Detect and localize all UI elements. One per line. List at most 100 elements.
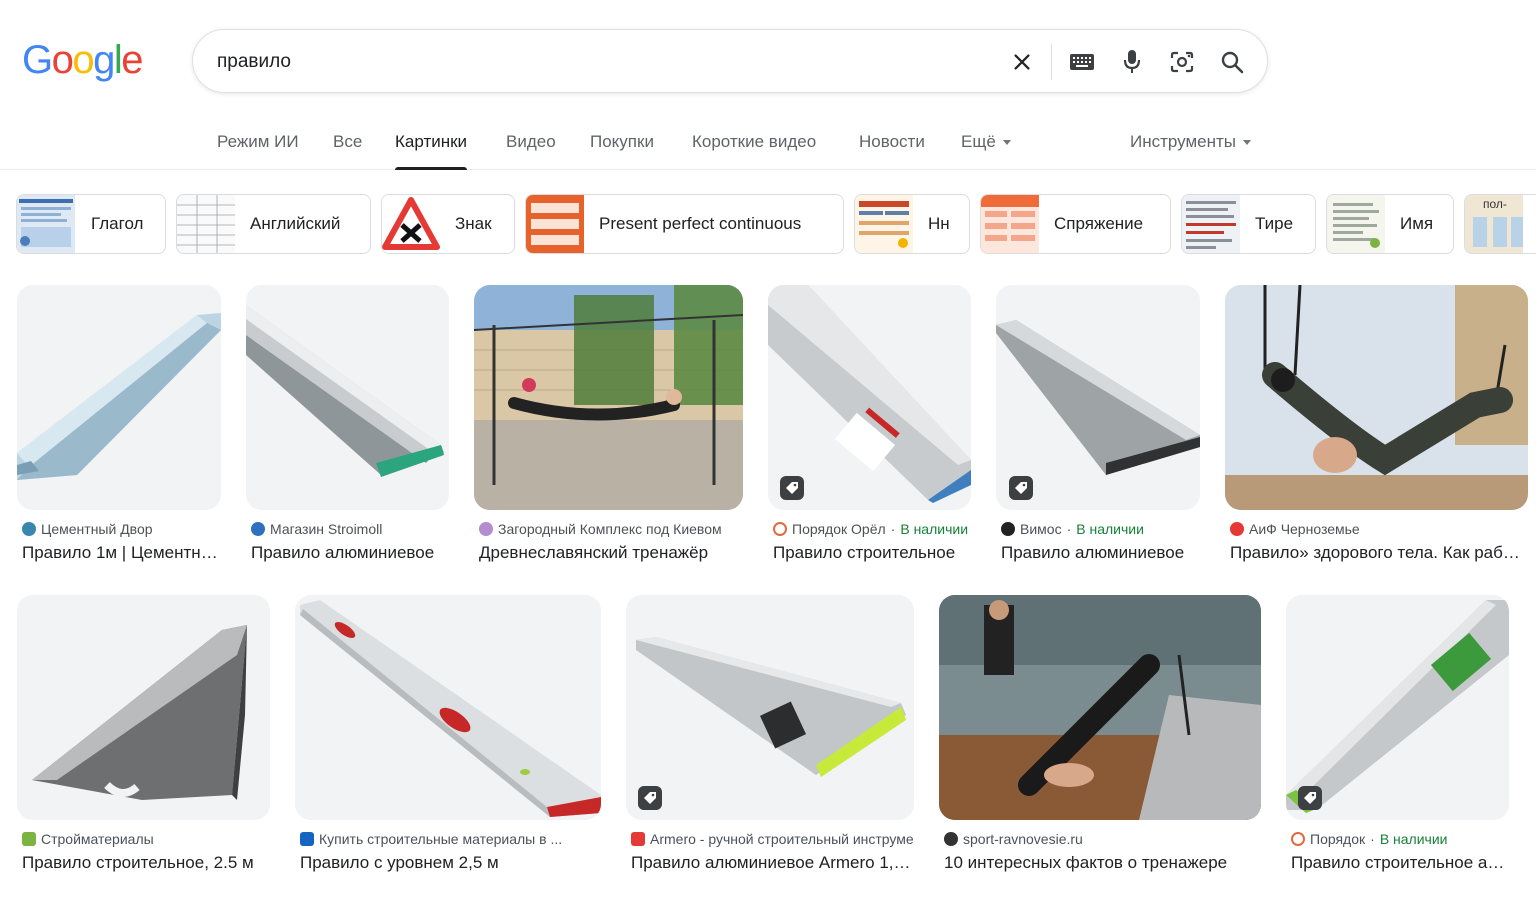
- tab-images[interactable]: Картинки: [395, 132, 468, 170]
- product-tag-icon: [638, 786, 662, 810]
- search-divider: [1051, 44, 1052, 80]
- chip-conjugation[interactable]: Спряжение: [980, 194, 1171, 254]
- source-name: Порядок: [1310, 831, 1366, 847]
- result-title[interactable]: Правило алюминиевое Armero 1,5 м: [631, 853, 913, 873]
- result-image[interactable]: [1286, 595, 1509, 820]
- site-favicon: [22, 832, 36, 846]
- result-source[interactable]: АиФ Черноземье: [1230, 521, 1527, 537]
- site-favicon: [300, 832, 314, 846]
- result-image[interactable]: [996, 285, 1200, 510]
- result-image[interactable]: [1225, 285, 1528, 510]
- result-source[interactable]: Цементный Двор: [22, 521, 220, 537]
- site-favicon: [22, 522, 36, 536]
- source-name: АиФ Черноземье: [1249, 521, 1360, 537]
- result-source[interactable]: Armero - ручной строительный инструмент: [631, 831, 913, 847]
- site-favicon: [251, 522, 265, 536]
- result-image[interactable]: [17, 595, 270, 820]
- logo-letter: e: [121, 38, 143, 82]
- search-icon[interactable]: [1216, 46, 1248, 78]
- logo-letter: o: [72, 38, 94, 82]
- availability-label: В наличии: [900, 521, 969, 537]
- site-favicon: [1001, 522, 1015, 536]
- google-logo[interactable]: Google: [22, 38, 143, 82]
- result-title[interactable]: Правило алюминиевое: [1001, 543, 1199, 563]
- chip-nn[interactable]: Нн: [854, 194, 970, 254]
- source-name: Armero - ручной строительный инструмент: [650, 831, 913, 847]
- microphone-icon[interactable]: [1116, 46, 1148, 78]
- availability-label: В наличии: [1379, 831, 1448, 847]
- chip-thumbnail: [981, 195, 1039, 253]
- product-tag-icon: [780, 476, 804, 500]
- tab-short-videos[interactable]: Короткие видео: [692, 132, 816, 170]
- result-source[interactable]: Порядок · В наличии: [1291, 831, 1508, 847]
- refinement-chips: Глагол Английский Знак Present perfect c…: [0, 194, 1536, 254]
- result-title[interactable]: Правило строительное, 2.5 м: [22, 853, 269, 873]
- tab-shopping[interactable]: Покупки: [590, 132, 654, 170]
- chip-sign[interactable]: Знак: [381, 194, 515, 254]
- result-source[interactable]: Купить строительные материалы в ...: [300, 831, 600, 847]
- result-source[interactable]: Стройматериалы: [22, 831, 269, 847]
- result-source[interactable]: Магазин Stroimoll: [251, 521, 448, 537]
- tab-ai-mode[interactable]: Режим ИИ: [217, 132, 299, 170]
- result-image[interactable]: [17, 285, 221, 510]
- site-favicon: [944, 832, 958, 846]
- chip-thumbnail: [17, 195, 75, 253]
- result-title[interactable]: Правило 1м | Цементный Двор: [22, 543, 220, 563]
- result-title[interactable]: Правило с уровнем 2,5 м: [300, 853, 600, 873]
- keyboard-icon[interactable]: [1066, 46, 1098, 78]
- source-name: Стройматериалы: [41, 831, 154, 847]
- result-title[interactable]: Правило строительное: [773, 543, 970, 563]
- warning-sign-icon: [382, 195, 440, 253]
- logo-letter: l: [113, 38, 123, 82]
- chip-thumbnail: [855, 195, 913, 253]
- search-tabs: Режим ИИ Все Картинки Видео Покупки Коро…: [0, 120, 1536, 170]
- result-title[interactable]: Правило алюминиевое: [251, 543, 448, 563]
- logo-letter: G: [22, 38, 53, 82]
- result-source[interactable]: sport-ravnovesie.ru: [944, 831, 1260, 847]
- result-image[interactable]: [626, 595, 914, 820]
- result-image[interactable]: [939, 595, 1261, 820]
- camera-lens-icon[interactable]: [1166, 46, 1198, 78]
- result-image[interactable]: [295, 595, 601, 820]
- tab-all[interactable]: Все: [333, 132, 362, 170]
- result-source[interactable]: Загородный Комплекс под Киевом: [479, 521, 742, 537]
- source-name: sport-ravnovesie.ru: [963, 831, 1083, 847]
- search-box: [192, 29, 1268, 93]
- chip-label: Знак: [455, 214, 492, 233]
- source-name: Цементный Двор: [41, 521, 153, 537]
- search-input[interactable]: [217, 48, 977, 76]
- chip-label: Present perfect continuous: [599, 214, 802, 233]
- chip-label: Имя: [1400, 214, 1434, 233]
- result-title[interactable]: Правило» здорового тела. Как работает: [1230, 543, 1527, 563]
- chip-dash[interactable]: Тире: [1181, 194, 1316, 254]
- chip-name[interactable]: Имя: [1326, 194, 1454, 254]
- result-source[interactable]: Порядок Орёл · В наличии: [773, 521, 970, 537]
- clear-icon[interactable]: [1006, 46, 1038, 78]
- tab-more[interactable]: Ещё: [961, 132, 1011, 170]
- result-title[interactable]: Древнеславянский тренажёр: [479, 543, 742, 563]
- chip-english[interactable]: Английский: [176, 194, 371, 254]
- chevron-down-icon: [1002, 140, 1011, 146]
- site-favicon: [479, 522, 493, 536]
- result-image[interactable]: [768, 285, 971, 510]
- result-source[interactable]: Вимос · В наличии: [1001, 521, 1199, 537]
- tab-news[interactable]: Новости: [859, 132, 925, 170]
- chip-present-perfect[interactable]: Present perfect continuous: [525, 194, 844, 254]
- tools-button[interactable]: Инструменты: [1130, 132, 1252, 170]
- logo-letter: o: [51, 38, 74, 82]
- source-name: Порядок Орёл: [792, 521, 886, 537]
- chip-label: Тире: [1255, 214, 1294, 233]
- result-title[interactable]: 10 интересных фактов о тренажере: [944, 853, 1260, 873]
- result-image[interactable]: [474, 285, 743, 510]
- tab-videos[interactable]: Видео: [506, 132, 556, 170]
- chip-label: Глагол: [91, 214, 144, 233]
- source-name: Вимос: [1020, 521, 1062, 537]
- chip-glagol[interactable]: Глагол: [16, 194, 166, 254]
- source-name: Купить строительные материалы в ...: [319, 831, 563, 847]
- result-image[interactable]: [246, 285, 449, 510]
- chip-pol[interactable]: пол-: [1464, 194, 1536, 254]
- chip-thumbnail: [526, 195, 584, 253]
- chip-thumbnail: [1182, 195, 1240, 253]
- result-title[interactable]: Правило строительное алюминиевое: [1291, 853, 1508, 873]
- source-name: Загородный Комплекс под Киевом: [498, 521, 722, 537]
